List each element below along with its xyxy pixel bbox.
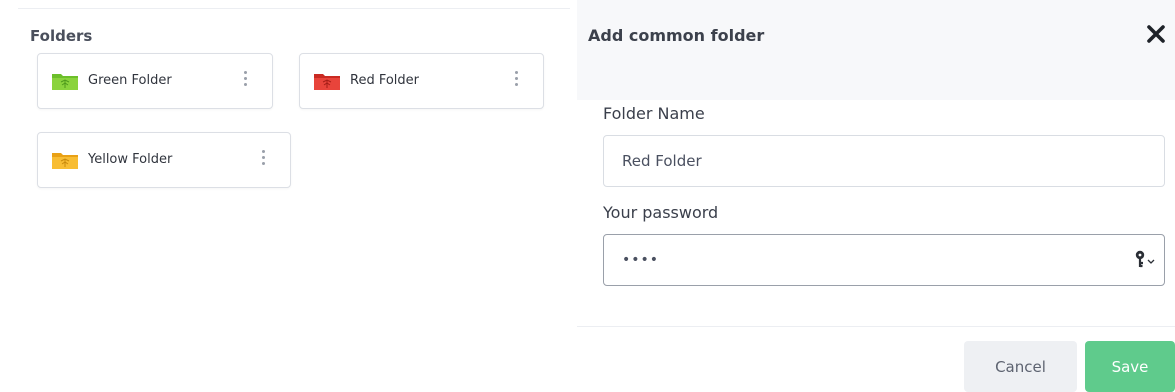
folder-card-green[interactable]: Green Folder bbox=[37, 53, 273, 109]
dialog-header: Add common folder bbox=[577, 0, 1175, 100]
folder-name: Red Folder bbox=[350, 73, 420, 88]
footer-divider bbox=[577, 326, 1175, 327]
folder-name-input[interactable] bbox=[603, 135, 1165, 187]
folder-icon bbox=[52, 74, 78, 90]
password-label: Your password bbox=[603, 203, 719, 222]
folder-name-label: Folder Name bbox=[603, 104, 705, 123]
kebab-menu-icon[interactable] bbox=[244, 71, 248, 89]
password-input[interactable] bbox=[603, 234, 1165, 286]
close-icon[interactable] bbox=[1145, 23, 1167, 45]
folders-panel: Folders Green Folder Red Folder Yellow F… bbox=[18, 8, 570, 212]
add-folder-dialog: Add common folder Folder Name Your passw… bbox=[577, 0, 1175, 392]
dialog-title: Add common folder bbox=[588, 26, 765, 45]
folder-card-red[interactable]: Red Folder bbox=[299, 53, 544, 109]
cancel-button[interactable]: Cancel bbox=[964, 341, 1077, 392]
folder-icon bbox=[52, 153, 78, 169]
save-button[interactable]: Save bbox=[1085, 341, 1175, 392]
folders-heading: Folders bbox=[30, 27, 93, 45]
folder-name: Yellow Folder bbox=[88, 152, 173, 167]
kebab-menu-icon[interactable] bbox=[515, 71, 519, 89]
folder-name: Green Folder bbox=[88, 73, 172, 88]
key-icon[interactable] bbox=[1132, 247, 1158, 271]
folder-card-yellow[interactable]: Yellow Folder bbox=[37, 132, 291, 188]
folder-icon bbox=[314, 74, 340, 90]
kebab-menu-icon[interactable] bbox=[262, 150, 266, 168]
